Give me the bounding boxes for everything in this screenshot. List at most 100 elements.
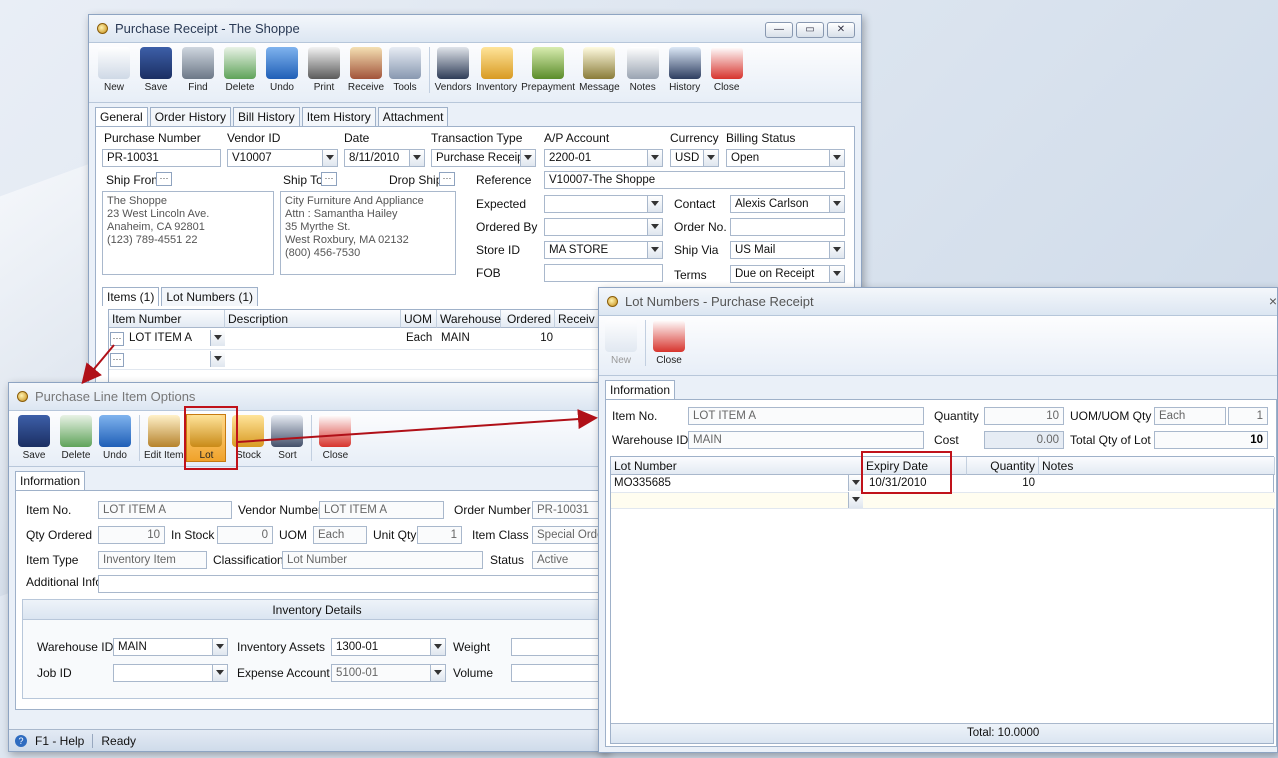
transaction-type-select[interactable]: Purchase Receipt — [431, 149, 536, 167]
message-button[interactable]: Message — [579, 47, 620, 93]
col-ordered[interactable]: Ordered — [501, 310, 555, 328]
col-notes[interactable]: Notes — [1039, 457, 1275, 475]
close-button[interactable]: Close — [708, 47, 746, 93]
col-quantity[interactable]: Quantity — [967, 457, 1039, 475]
ship-to-address[interactable]: City Furniture And Appliance Attn : Sama… — [280, 191, 456, 275]
tab-bill-history[interactable]: Bill History — [233, 107, 300, 126]
purchase-number-field[interactable]: PR-10031 — [102, 149, 221, 167]
line-edit-item-button[interactable]: Edit Item — [144, 415, 183, 461]
history-icon — [668, 47, 701, 79]
line-close-button[interactable]: Close — [316, 415, 354, 461]
restore-button[interactable]: ▭ — [796, 22, 824, 38]
lot-close-x-icon[interactable]: × — [1269, 293, 1277, 309]
volume-field[interactable] — [511, 664, 607, 682]
contact-select[interactable]: Alexis Carlson — [730, 195, 845, 213]
vendors-label: Vendors — [434, 82, 472, 93]
new-row-dropdown[interactable] — [209, 351, 225, 369]
row-lookup-button[interactable]: ··· — [110, 332, 124, 346]
print-button[interactable]: Print — [305, 47, 343, 93]
expected-select[interactable] — [544, 195, 663, 213]
help-icon[interactable]: ? — [15, 734, 27, 747]
cell-uom[interactable]: Each — [406, 332, 432, 344]
new-button[interactable]: New — [95, 47, 133, 93]
label-job-id: Job ID — [37, 666, 72, 680]
line-save-button[interactable]: Save — [15, 415, 53, 461]
tab-items[interactable]: Items (1) — [102, 287, 160, 306]
cell-warehouse[interactable]: MAIN — [441, 332, 470, 344]
vendors-button[interactable]: Vendors — [434, 47, 472, 93]
line-sort-button[interactable]: Sort — [271, 415, 313, 461]
lot-close-button[interactable]: Close — [650, 320, 688, 366]
fob-field[interactable] — [544, 264, 663, 282]
col-description[interactable]: Description — [225, 310, 401, 328]
ship-to-lookup-button[interactable]: ··· — [321, 172, 337, 186]
save-button[interactable]: Save — [137, 47, 175, 93]
cell-ordered[interactable]: 10 — [501, 332, 553, 344]
tab-general[interactable]: General — [95, 107, 148, 126]
weight-field[interactable] — [511, 638, 607, 656]
drop-ship-lookup-button[interactable]: ··· — [439, 172, 455, 186]
line-tabs: Information — [9, 467, 607, 490]
receive-button[interactable]: Receive — [347, 47, 385, 93]
cell-lot-number[interactable]: MO335685 — [614, 477, 671, 489]
line-delete-button[interactable]: Delete — [57, 415, 95, 461]
find-button[interactable]: Find — [179, 47, 217, 93]
tab-item-history[interactable]: Item History — [301, 107, 376, 126]
table-row-empty[interactable] — [611, 492, 1275, 510]
order-no-field[interactable] — [730, 218, 845, 236]
date-picker[interactable]: 8/11/2010 — [344, 149, 425, 167]
notes-button[interactable]: Notes — [624, 47, 662, 93]
ship-from-lookup-button[interactable]: ··· — [156, 172, 172, 186]
inventory-assets-select[interactable]: 1300-01 — [331, 638, 446, 656]
cell-quantity[interactable]: 10 — [967, 477, 1035, 489]
warehouse-id-select[interactable]: MAIN — [113, 638, 228, 656]
tab-lot-information[interactable]: Information — [605, 380, 676, 399]
delete-button[interactable]: Delete — [221, 47, 259, 93]
tab-order-history[interactable]: Order History — [149, 107, 232, 126]
tab-information[interactable]: Information — [15, 471, 86, 490]
item-number-dropdown[interactable] — [209, 330, 225, 348]
col-uom[interactable]: UOM — [401, 310, 437, 328]
tools-button[interactable]: Tools — [389, 47, 430, 93]
new-lot-dropdown[interactable] — [847, 492, 863, 510]
reference-field[interactable]: V10007-The Shoppe — [544, 171, 845, 189]
terms-select[interactable]: Due on Receipt — [730, 265, 845, 283]
ordered-by-select[interactable] — [544, 218, 663, 236]
vendor-id-select[interactable]: V10007 — [227, 149, 338, 167]
tab-attachment[interactable]: Attachment — [377, 107, 449, 126]
inventory-button[interactable]: Inventory — [476, 47, 517, 93]
line-delete-label: Delete — [61, 450, 91, 461]
col-lot-number[interactable]: Lot Number — [611, 457, 863, 475]
billing-status-select[interactable]: Open — [726, 149, 845, 167]
col-warehouse[interactable]: Warehouse — [437, 310, 501, 328]
currency-select[interactable]: USD — [670, 149, 719, 167]
close-window-button[interactable]: ✕ — [827, 22, 855, 38]
help-hint[interactable]: F1 - Help — [35, 734, 84, 748]
expense-account-select[interactable]: 5100-01 — [331, 664, 446, 682]
new-row-lookup-button[interactable]: ··· — [110, 353, 124, 367]
col-item-number[interactable]: Item Number — [109, 310, 225, 328]
lot-new-button[interactable]: New — [605, 320, 646, 366]
lot-tabs: Information — [599, 376, 1277, 399]
history-button[interactable]: History — [666, 47, 704, 93]
cell-item-number[interactable]: LOT ITEM A — [129, 332, 192, 344]
delete-icon — [60, 415, 92, 447]
line-save-label: Save — [22, 450, 46, 461]
tab-lot-numbers[interactable]: Lot Numbers (1) — [161, 287, 259, 306]
ship-from-address[interactable]: The Shoppe 23 West Lincoln Ave. Anaheim,… — [102, 191, 274, 275]
store-id-select[interactable]: MA STORE — [544, 241, 663, 259]
ship-via-select[interactable]: US Mail — [730, 241, 845, 259]
label-contact: Contact — [674, 197, 716, 211]
lot-titlebar: Lot Numbers - Purchase Receipt × — [599, 288, 1277, 316]
additional-info-field[interactable] — [98, 575, 607, 593]
line-undo-button[interactable]: Undo — [99, 415, 140, 461]
undo-button[interactable]: Undo — [263, 47, 301, 93]
ap-account-select[interactable]: 2200-01 — [544, 149, 663, 167]
minimize-button[interactable]: — — [765, 22, 793, 38]
receive-label: Receive — [347, 82, 385, 93]
find-icon — [182, 47, 214, 79]
job-id-select[interactable] — [113, 664, 228, 682]
prepayment-button[interactable]: Prepayment — [521, 47, 575, 93]
qty-ordered-field: 10 — [98, 526, 165, 544]
uom-field: Each — [313, 526, 367, 544]
